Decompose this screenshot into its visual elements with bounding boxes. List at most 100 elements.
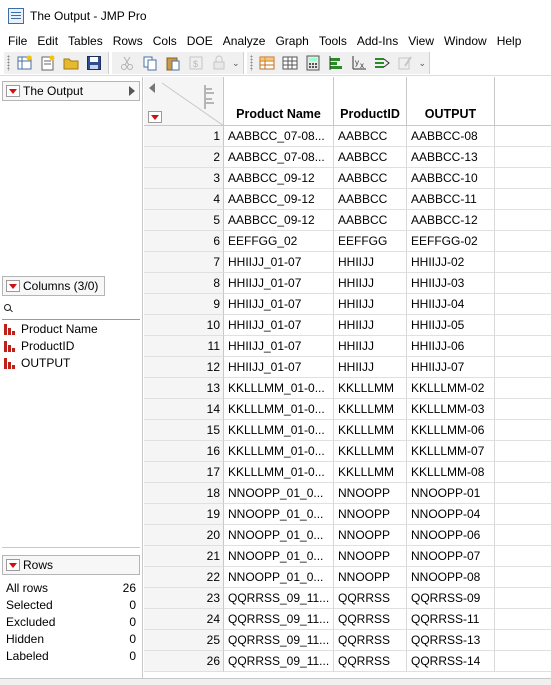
paste-special-icon[interactable]: $ (186, 54, 205, 72)
column-list-item[interactable]: Product Name (2, 320, 140, 337)
table-cell[interactable]: KKLLLMM (334, 441, 407, 462)
table-cell[interactable]: NNOOPP_01_0... (224, 483, 334, 504)
table-cell[interactable]: NNOOPP-08 (407, 567, 495, 588)
red-triangle-menu-icon[interactable] (6, 559, 20, 571)
script-edit-icon[interactable] (396, 54, 415, 72)
table-cell[interactable]: HHIIJJ_01-07 (224, 252, 334, 273)
table-cell[interactable]: HHIIJJ (334, 294, 407, 315)
table-cell[interactable]: AABBCC_07-08... (224, 147, 334, 168)
menu-doe[interactable]: DOE (179, 34, 213, 48)
table-cell[interactable]: AABBCC-12 (407, 210, 495, 231)
row-number[interactable]: 14 (144, 399, 224, 420)
distribution-icon[interactable] (327, 54, 346, 72)
column-selector-icon[interactable] (204, 85, 216, 112)
table-cell[interactable]: HHIIJJ (334, 315, 407, 336)
table-cell[interactable]: KKLLLMM (334, 378, 407, 399)
column-header[interactable]: ProductID (334, 77, 407, 126)
row-number[interactable]: 13 (144, 378, 224, 399)
table-cell[interactable]: KKLLLMM_01-0... (224, 420, 334, 441)
table-cell[interactable]: AABBCC_09-12 (224, 168, 334, 189)
table-cell[interactable]: HHIIJJ-04 (407, 294, 495, 315)
row-number[interactable]: 8 (144, 273, 224, 294)
row-number[interactable]: 19 (144, 504, 224, 525)
table-cell[interactable]: HHIIJJ-05 (407, 315, 495, 336)
new-script-icon[interactable] (38, 54, 57, 72)
table-cell[interactable]: NNOOPP-06 (407, 525, 495, 546)
table-cell[interactable]: QQRRSS (334, 651, 407, 672)
table-cell[interactable]: QQRRSS (334, 609, 407, 630)
table-cell[interactable]: AABBCC-08 (407, 126, 495, 147)
table-cell[interactable]: QQRRSS_09_11... (224, 630, 334, 651)
table-cell[interactable]: NNOOPP (334, 567, 407, 588)
calculator-icon[interactable] (304, 54, 323, 72)
column-list-item[interactable]: ProductID (2, 337, 140, 354)
table-cell[interactable]: AABBCC (334, 126, 407, 147)
row-number[interactable]: 24 (144, 609, 224, 630)
table-cell[interactable]: QQRRSS (334, 630, 407, 651)
table-cell[interactable]: QQRRSS-13 (407, 630, 495, 651)
table-cell[interactable]: KKLLLMM-02 (407, 378, 495, 399)
table-cell[interactable]: AABBCC-10 (407, 168, 495, 189)
menu-help[interactable]: Help (489, 34, 522, 48)
row-number[interactable]: 25 (144, 630, 224, 651)
toolbar-overflow-icon[interactable]: ⌄ (232, 58, 240, 69)
red-triangle-menu-icon[interactable] (6, 85, 20, 97)
table-cell[interactable]: NNOOPP (334, 546, 407, 567)
fit-model-icon[interactable] (373, 54, 392, 72)
table-cell[interactable]: NNOOPP_01_0... (224, 567, 334, 588)
menu-cols[interactable]: Cols (145, 34, 177, 48)
collapse-icon[interactable] (129, 86, 135, 96)
menu-graph[interactable]: Graph (267, 34, 308, 48)
toolbar-grip[interactable] (249, 55, 253, 71)
data-table-grid-icon[interactable] (258, 54, 277, 72)
table-cell[interactable]: HHIIJJ_01-07 (224, 336, 334, 357)
table-cell[interactable]: AABBCC_07-08... (224, 126, 334, 147)
column-header[interactable]: Product Name (224, 77, 334, 126)
row-number[interactable]: 22 (144, 567, 224, 588)
row-number[interactable]: 17 (144, 462, 224, 483)
table-cell[interactable]: QQRRSS_09_11... (224, 588, 334, 609)
row-number[interactable]: 15 (144, 420, 224, 441)
table-cell[interactable]: QQRRSS-09 (407, 588, 495, 609)
table-cell[interactable]: NNOOPP_01_0... (224, 546, 334, 567)
row-number[interactable]: 16 (144, 441, 224, 462)
row-number[interactable]: 12 (144, 357, 224, 378)
table-cell[interactable]: AABBCC-11 (407, 189, 495, 210)
table-cell[interactable]: HHIIJJ_01-07 (224, 357, 334, 378)
row-number[interactable]: 10 (144, 315, 224, 336)
table-cell[interactable]: EEFFGG (334, 231, 407, 252)
table-cell[interactable]: KKLLLMM-07 (407, 441, 495, 462)
table-cell[interactable]: NNOOPP-07 (407, 546, 495, 567)
copy-icon[interactable] (140, 54, 159, 72)
table-cell[interactable]: HHIIJJ-07 (407, 357, 495, 378)
row-number[interactable]: 5 (144, 210, 224, 231)
table-cell[interactable]: QQRRSS-14 (407, 651, 495, 672)
menu-analyze[interactable]: Analyze (215, 34, 266, 48)
row-number[interactable]: 21 (144, 546, 224, 567)
column-list-item[interactable]: OUTPUT (2, 354, 140, 371)
menu-edit[interactable]: Edit (29, 34, 58, 48)
table-cell[interactable]: HHIIJJ_01-07 (224, 273, 334, 294)
menu-file[interactable]: File (0, 34, 27, 48)
table-cell[interactable]: KKLLLMM (334, 399, 407, 420)
menu-add-ins[interactable]: Add-Ins (349, 34, 398, 48)
table-cell[interactable]: HHIIJJ (334, 252, 407, 273)
table-cell[interactable]: HHIIJJ (334, 357, 407, 378)
table-cell[interactable]: AABBCC (334, 189, 407, 210)
menu-rows[interactable]: Rows (105, 34, 143, 48)
menu-tables[interactable]: Tables (60, 34, 103, 48)
table-cell[interactable]: KKLLLMM_01-0... (224, 378, 334, 399)
summary-table-icon[interactable] (281, 54, 300, 72)
paste-icon[interactable] (163, 54, 182, 72)
red-triangle-menu-icon[interactable] (148, 111, 162, 123)
row-number[interactable]: 4 (144, 189, 224, 210)
row-number[interactable]: 9 (144, 294, 224, 315)
table-cell[interactable]: NNOOPP_01_0... (224, 504, 334, 525)
save-icon[interactable] (84, 54, 103, 72)
table-cell[interactable]: HHIIJJ-03 (407, 273, 495, 294)
table-cell[interactable]: KKLLLMM-06 (407, 420, 495, 441)
row-number[interactable]: 1 (144, 126, 224, 147)
red-triangle-menu-icon[interactable] (6, 280, 20, 292)
row-number[interactable]: 18 (144, 483, 224, 504)
table-cell[interactable]: NNOOPP-04 (407, 504, 495, 525)
